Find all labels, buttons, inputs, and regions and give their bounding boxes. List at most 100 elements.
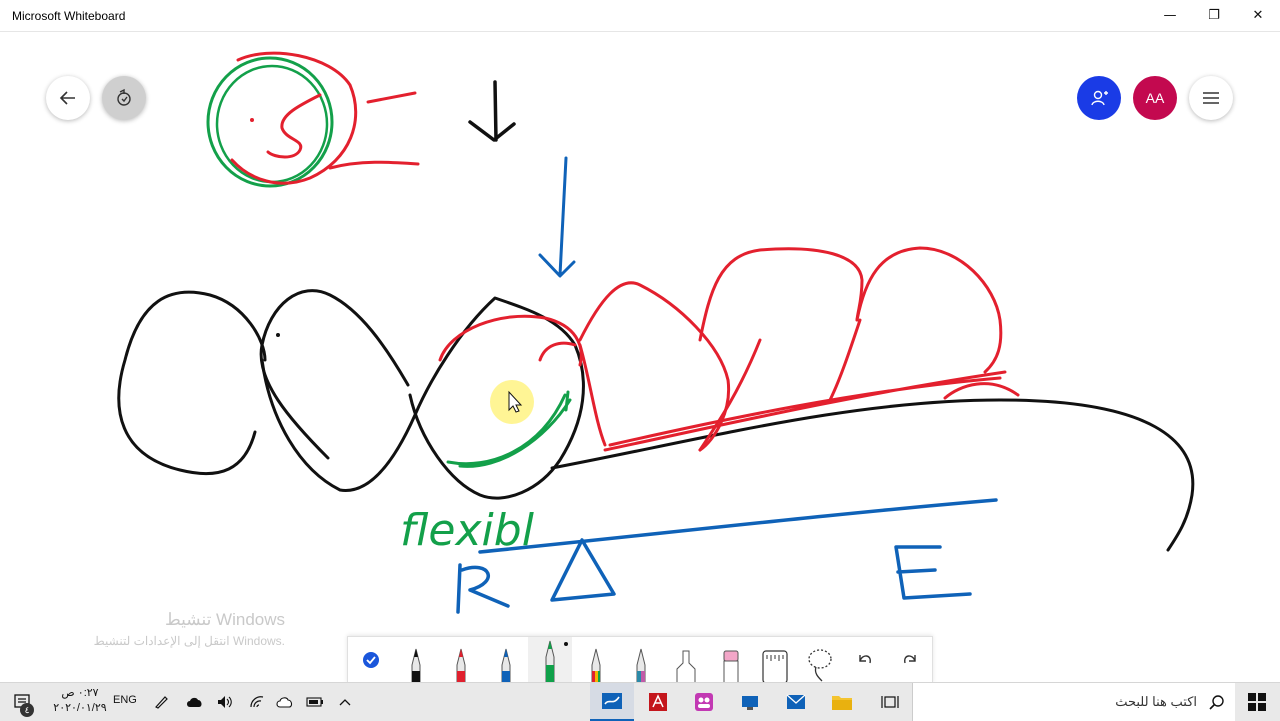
language-indicator[interactable]: ENG (113, 694, 137, 706)
ink-dot (250, 118, 254, 122)
pen-workspace-button[interactable] (148, 683, 174, 721)
back-arrow-icon (59, 91, 75, 105)
undo-icon (859, 655, 871, 664)
settings-menu-button[interactable] (1189, 76, 1233, 120)
pen-black[interactable] (404, 637, 428, 684)
clock-time: ٠:٢٧ ص (61, 687, 99, 699)
window-title: Microsoft Whiteboard (12, 9, 126, 23)
speaker-icon (218, 696, 232, 708)
ink-stroke (328, 160, 420, 170)
teams-app-icon (695, 693, 713, 711)
handwritten-word: flexibl (400, 505, 535, 556)
pen-blue[interactable] (494, 637, 518, 684)
ink-stroke (259, 289, 410, 460)
activation-subtitle: انتقل إلى الإعدادات لتنشيط Windows. (93, 634, 285, 648)
mail-app-icon (786, 694, 806, 709)
checkmark-icon (363, 652, 379, 668)
battery-button[interactable] (302, 683, 328, 721)
ink-stroke (260, 296, 585, 500)
highlighter-icon (676, 650, 696, 684)
ink-stroke (266, 93, 322, 159)
user-avatar[interactable]: AA (1133, 76, 1177, 120)
taskbar-file-explorer-app[interactable] (820, 683, 864, 721)
taskbar-acrobat-app[interactable] (636, 683, 680, 721)
ink-stroke (456, 563, 510, 614)
ink-stroke (603, 370, 1020, 452)
pen-icon (591, 648, 601, 684)
pen-rainbow[interactable] (584, 637, 608, 684)
pen-green-selected[interactable] (528, 637, 572, 684)
title-bar: Microsoft Whiteboard — ❐ ✕ (0, 0, 1280, 32)
clock-date: ٢٠٢٠/٠١/٢٩ (53, 702, 107, 714)
ink-stroke (478, 498, 998, 554)
taskbar-mail-app[interactable] (774, 683, 818, 721)
redo-button[interactable] (899, 637, 921, 683)
windows-logo-icon (1248, 693, 1266, 711)
chevron-up-icon (339, 699, 351, 706)
search-placeholder: اكتب هنا للبحث (1115, 694, 1197, 709)
whiteboard-app-icon (602, 693, 622, 709)
action-center-button[interactable]: ٤ (0, 683, 44, 721)
highlighter[interactable] (673, 637, 699, 684)
onedrive-sync-button[interactable] (182, 683, 208, 721)
whiteboard-canvas[interactable]: flexibl (0, 32, 1280, 682)
onedrive-button[interactable] (272, 683, 298, 721)
back-button[interactable] (46, 76, 90, 120)
ink-stroke (578, 318, 862, 452)
select-tool[interactable] (358, 637, 384, 683)
hamburger-menu-icon (1203, 92, 1219, 104)
search-box[interactable]: اكتب هنا للبحث (912, 683, 1235, 721)
undo-button[interactable] (854, 637, 876, 683)
taskbar-remote-desktop-app[interactable] (728, 683, 772, 721)
cloud-upload-icon (187, 697, 202, 707)
activation-title: تنشيط Windows (165, 610, 285, 629)
ink-toolbar (347, 636, 933, 684)
restore-button[interactable]: ❐ (1192, 0, 1236, 31)
lasso[interactable] (804, 637, 836, 683)
ink-stroke (206, 56, 334, 188)
network-button[interactable] (244, 683, 270, 721)
ink-stroke (366, 91, 417, 104)
pen-workspace-icon (155, 696, 168, 709)
battery-icon (306, 697, 323, 707)
show-hidden-icons-button[interactable] (332, 683, 358, 721)
ink-dot (276, 333, 280, 337)
ink-stroke (215, 64, 329, 184)
invite-button[interactable] (1077, 76, 1121, 120)
ink-stroke (894, 545, 972, 600)
close-button[interactable]: ✕ (1236, 0, 1280, 31)
pen-galaxy[interactable] (629, 637, 653, 684)
ruler[interactable] (759, 637, 791, 684)
eraser-icon (723, 650, 739, 684)
ink-stroke (855, 246, 1003, 374)
ink-layer: flexibl (117, 51, 1195, 614)
pen-icon (456, 648, 466, 684)
monitor-app-icon (742, 696, 758, 710)
volume-button[interactable] (212, 683, 238, 721)
taskbar: ٤ ٠:٢٧ ص ٢٠٢٠/٠١/٢٩ ENG اكتب هنا للبحث (0, 682, 1280, 721)
clock[interactable]: ٠:٢٧ ص ٢٠٢٠/٠١/٢٩ (45, 686, 115, 716)
taskbar-teams-app[interactable] (682, 683, 726, 721)
taskbar-whiteboard-app[interactable] (590, 683, 634, 721)
pen-red[interactable] (449, 637, 473, 684)
cloud-icon (276, 697, 293, 708)
add-person-icon (1091, 90, 1108, 106)
search-icon (1209, 695, 1224, 710)
rotate-view-button[interactable] (102, 76, 146, 120)
ink-stroke (550, 398, 1195, 552)
rotate-view-icon (117, 88, 131, 106)
pen-icon (411, 648, 421, 684)
minimize-button[interactable]: — (1148, 0, 1192, 31)
task-view-icon (881, 696, 899, 708)
folder-app-icon (832, 696, 852, 710)
pen-icon (636, 648, 646, 684)
notification-badge: ٤ (20, 703, 34, 717)
task-view-button[interactable] (868, 683, 912, 721)
ink-stroke (438, 314, 583, 367)
eraser[interactable] (719, 637, 743, 684)
ink-stroke (550, 538, 616, 602)
lasso-icon (808, 649, 832, 682)
start-button[interactable] (1234, 683, 1280, 721)
ink-stroke (117, 290, 267, 476)
ink-stroke (538, 156, 576, 278)
